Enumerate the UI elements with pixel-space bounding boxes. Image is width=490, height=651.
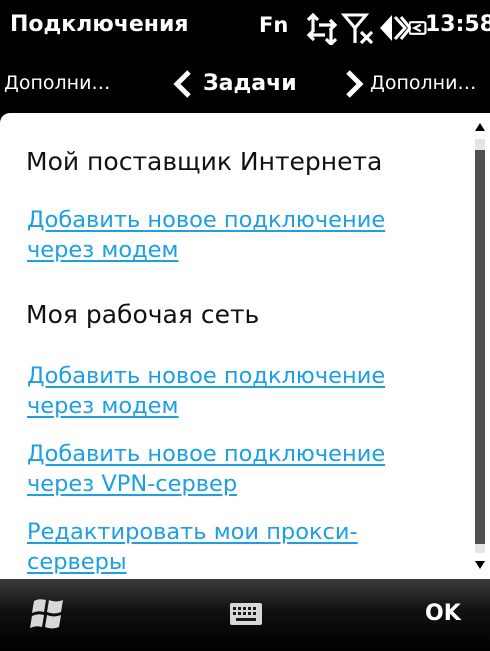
link-line: серверы (27, 549, 127, 575)
device-screen: Подключения Fn 13:58 Дополни… Задачи Доп… (0, 0, 490, 651)
link-edit-proxy[interactable]: Редактировать мои прокси- серверы (27, 517, 358, 577)
status-bar: Подключения Fn 13:58 (0, 0, 490, 57)
chevron-left-icon[interactable] (172, 69, 194, 99)
tab-previous[interactable]: Дополни… (4, 72, 110, 94)
vertical-scrollbar[interactable] (470, 113, 490, 579)
tab-next[interactable]: Дополни… (370, 72, 476, 94)
tab-current: Задачи (203, 71, 297, 96)
data-sync-icon[interactable] (305, 11, 339, 45)
link-line: Добавить новое подключение (27, 441, 386, 467)
signal-off-icon[interactable] (341, 11, 375, 45)
link-add-vpn[interactable]: Добавить новое подключение через VPN-сер… (27, 439, 385, 499)
speaker-off-icon[interactable] (377, 11, 411, 45)
link-add-work-modem[interactable]: Добавить новое подключение через модем (27, 361, 385, 421)
keyboard-icon[interactable] (229, 601, 263, 627)
app-title: Подключения (10, 12, 189, 37)
softkey-bar: OK (0, 579, 490, 651)
windows-flag-icon[interactable] (28, 595, 70, 633)
scroll-down-arrow-icon[interactable] (474, 559, 486, 571)
section-heading-work: Моя рабочая сеть (26, 300, 260, 329)
content-pane: Мой поставщик Интернета Добавить новое п… (0, 113, 490, 579)
ok-button[interactable]: OK (425, 601, 461, 626)
link-add-isp-modem[interactable]: Добавить новое подключение через модем (27, 205, 385, 265)
chevron-right-icon[interactable] (343, 69, 365, 99)
scroll-thumb[interactable] (475, 150, 485, 544)
link-line: через VPN-сервер (27, 471, 238, 497)
link-line: Редактировать мои прокси- (27, 519, 358, 545)
clock[interactable]: 13:58 (425, 12, 490, 37)
fn-indicator: Fn (259, 13, 289, 37)
section-heading-isp: Мой поставщик Интернета (26, 147, 383, 176)
link-line: Добавить новое подключение (27, 363, 386, 389)
link-line: через модем (27, 393, 179, 419)
link-line: Добавить новое подключение (27, 207, 386, 233)
tab-strip: Дополни… Задачи Дополни… (0, 57, 490, 113)
scroll-up-arrow-icon[interactable] (474, 121, 486, 133)
link-line: через модем (27, 237, 179, 263)
